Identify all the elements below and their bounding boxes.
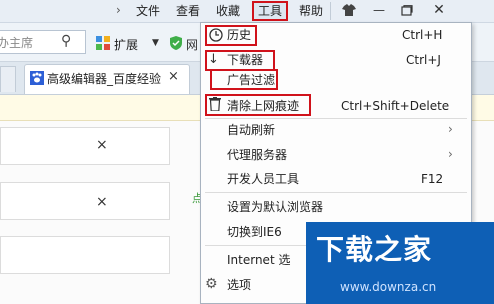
menu-item-adfilter[interactable]: 广告过滤 (227, 72, 275, 88)
download-arrow-icon: ↓ (208, 52, 219, 67)
menu-item-options[interactable]: 选项 (227, 277, 251, 293)
restore-icon[interactable] (394, 0, 420, 20)
chevron-right-icon: › (448, 147, 453, 161)
tab-title[interactable]: 高级编辑器_百度经验 (47, 70, 161, 87)
close-icon[interactable]: × (168, 69, 179, 84)
watermark-title: 下载之家 (316, 233, 433, 266)
chevron-right-icon: › (448, 122, 453, 136)
shield-icon[interactable] (168, 35, 184, 51)
menu-separator (205, 118, 467, 119)
menu-item-downloader[interactable]: 下载器 (227, 52, 263, 68)
gear-icon: ⚙ (205, 276, 218, 292)
search-icon[interactable]: ⚲ (61, 33, 71, 49)
search-placeholder: 办主席 (0, 36, 34, 50)
menu-item-internet-options[interactable]: Internet 选 (227, 252, 290, 268)
content-row (0, 127, 170, 165)
menu-view[interactable]: 查看 (176, 3, 200, 19)
chevron-right-icon[interactable]: › (116, 3, 121, 17)
paw-icon (30, 71, 44, 85)
menu-item-set-default[interactable]: 设置为默认浏览器 (227, 199, 323, 215)
shortcut-downloader: Ctrl+J (406, 53, 441, 67)
close-icon[interactable]: × (96, 137, 108, 153)
menu-tools[interactable]: 工具 (258, 3, 282, 19)
content-row (0, 182, 170, 220)
shortcut-devtools: F12 (421, 172, 444, 186)
menu-item-devtools[interactable]: 开发人员工具 (227, 171, 299, 187)
menu-favorites[interactable]: 收藏 (216, 3, 240, 19)
minimize-icon[interactable]: — (366, 0, 392, 20)
menu-separator (205, 192, 467, 193)
menubar-divider (330, 2, 331, 20)
watermark-url: www.downza.cn (340, 280, 437, 294)
close-icon[interactable]: × (96, 194, 108, 210)
tab-previous[interactable] (0, 66, 16, 92)
content-row (0, 236, 170, 274)
extension-button[interactable]: 扩展 (114, 36, 138, 53)
menu-item-history[interactable]: 历史 (227, 27, 251, 43)
menu-help[interactable]: 帮助 (299, 3, 323, 19)
extension-icon[interactable] (96, 36, 110, 50)
shortcut-clear-traces: Ctrl+Shift+Delete (341, 99, 450, 113)
menu-item-proxy[interactable]: 代理服务器 (227, 147, 287, 163)
menu-item-switch-ie[interactable]: 切换到IE6 (227, 224, 282, 240)
shortcut-history: Ctrl+H (402, 28, 443, 42)
search-input[interactable]: 办主席 ⚲ (0, 30, 86, 54)
close-window-icon[interactable]: ✕ (426, 0, 452, 20)
chevron-down-icon[interactable]: ▼ (152, 38, 159, 48)
menu-file[interactable]: 文件 (136, 3, 160, 19)
menu-item-clear-traces[interactable]: 清除上网痕迹 (227, 98, 299, 114)
trash-icon (209, 97, 221, 114)
skin-icon[interactable] (336, 0, 362, 20)
menu-item-auto-refresh[interactable]: 自动刷新 (227, 122, 275, 138)
shield-label[interactable]: 网 (186, 36, 198, 53)
clock-icon (209, 28, 223, 45)
